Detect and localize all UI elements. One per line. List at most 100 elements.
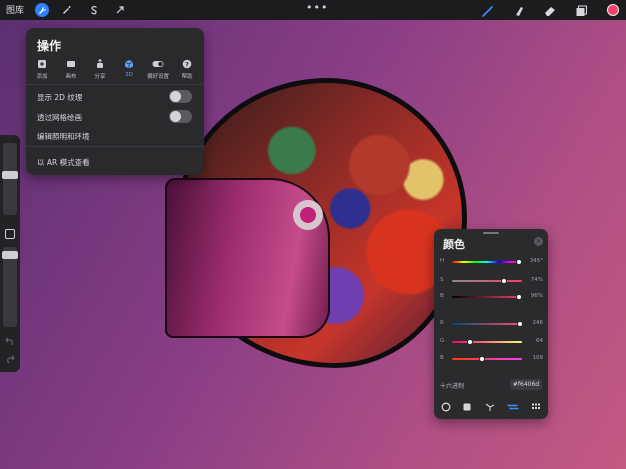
tab-preferences[interactable]: 偏好设置 (145, 58, 171, 80)
slider-row-1[interactable]: S 74% (438, 277, 544, 285)
harmony-icon (485, 403, 495, 411)
slider-track[interactable] (452, 323, 522, 325)
slider-key: B (440, 293, 444, 299)
color-panel-title: 颜色 (443, 238, 465, 251)
tab-canvas[interactable]: 画布 (58, 58, 84, 80)
more-menu-button[interactable]: ••• (306, 1, 328, 14)
slider-row-3[interactable]: R 246 (438, 320, 544, 328)
eraser-button[interactable] (543, 3, 557, 17)
slider-knob[interactable] (479, 356, 486, 362)
actions-panel: 操作 添加 画布 分享 3D 偏好设置 ? 帮助 显示 2D 纹理 透过网格绘画… (26, 28, 204, 175)
modify-button[interactable] (5, 229, 15, 239)
svg-text:?: ? (185, 60, 189, 68)
palettes-icon (532, 403, 540, 409)
slider-value: 64 (536, 338, 543, 344)
classic-square-icon (463, 403, 471, 411)
show-2d-texture-label: 显示 2D 纹理 (37, 93, 83, 102)
disc-icon (441, 402, 451, 412)
edit-lighting-environment-item[interactable]: 编辑照明和环境 (37, 131, 90, 142)
slider-track[interactable] (452, 341, 522, 343)
divider (26, 84, 204, 85)
visor-pivot (293, 200, 323, 230)
layers-icon (576, 5, 587, 16)
slider-key: B (440, 355, 444, 361)
disc-mode-button[interactable] (440, 401, 452, 413)
close-icon[interactable]: × (534, 237, 543, 246)
magic-wand-icon (63, 6, 71, 14)
wrench-icon (38, 6, 46, 14)
cube-icon (124, 60, 134, 69)
helmet-3d-model[interactable] (165, 78, 475, 370)
hex-label: 十六进制 (440, 383, 465, 390)
slider-value: 345° (529, 258, 543, 264)
paint-through-mesh-toggle[interactable] (169, 110, 192, 123)
slider-knob[interactable] (516, 294, 523, 300)
panel-drag-handle[interactable] (483, 232, 499, 234)
tab-share[interactable]: 分享 (87, 58, 113, 80)
smudge-icon (516, 7, 523, 16)
paint-through-mesh-label: 透过网格绘画 (37, 113, 82, 122)
slider-knob[interactable] (500, 278, 507, 284)
harmony-mode-button[interactable] (484, 401, 496, 413)
divider (26, 146, 204, 147)
slider-track[interactable] (452, 358, 522, 360)
selection-s-icon (91, 6, 97, 15)
tab-add[interactable]: 添加 (29, 58, 55, 80)
help-icon: ? (182, 59, 192, 69)
palettes-mode-button[interactable] (530, 401, 542, 413)
left-sidebar (0, 135, 20, 372)
brush-button[interactable] (481, 3, 495, 17)
classic-mode-button[interactable] (461, 401, 473, 413)
brush-size-thumb[interactable] (2, 171, 18, 179)
smudge-button[interactable] (512, 3, 526, 17)
color-panel: 颜色 × H 345° S 74% B 96% R 246 G 64 B 109 十六进制 #f640… (434, 229, 548, 419)
hex-value: f6406d (517, 381, 540, 388)
show-2d-texture-toggle[interactable] (169, 90, 192, 103)
slider-row-2[interactable]: B 96% (438, 293, 544, 301)
toggle-icon (152, 61, 164, 67)
layers-button[interactable] (574, 3, 588, 17)
slider-track[interactable] (452, 280, 522, 282)
slider-row-5[interactable]: B 109 (438, 355, 544, 363)
slider-knob[interactable] (516, 259, 523, 265)
slider-key: R (440, 320, 444, 326)
slider-track[interactable] (452, 296, 522, 298)
eraser-icon (545, 7, 555, 16)
slider-track[interactable] (452, 261, 522, 263)
slider-row-0[interactable]: H 345° (438, 258, 544, 266)
current-color-button[interactable] (607, 4, 619, 16)
brush-icon (482, 6, 493, 17)
slider-knob[interactable] (516, 321, 523, 327)
share-icon (97, 59, 103, 68)
slider-value: 96% (530, 293, 543, 299)
slider-knob[interactable] (466, 339, 473, 345)
add-icon (38, 60, 46, 68)
opacity-slider[interactable] (2, 247, 18, 327)
canvas-icon (67, 61, 75, 67)
tab-3d[interactable]: 3D (116, 58, 142, 78)
top-toolbar: 图库 ••• (0, 0, 626, 20)
brush-size-slider[interactable] (2, 143, 18, 215)
value-mode-button[interactable] (507, 401, 519, 413)
transform-button[interactable] (113, 3, 127, 17)
slider-key: G (440, 338, 445, 344)
selection-button[interactable] (87, 3, 101, 17)
slider-value: 74% (530, 277, 543, 283)
slider-key: S (440, 277, 444, 283)
opacity-thumb[interactable] (2, 251, 18, 259)
adjustments-button[interactable] (60, 3, 74, 17)
value-sliders-icon (507, 404, 519, 410)
tab-help[interactable]: ? 帮助 (174, 58, 200, 80)
redo-icon[interactable] (5, 353, 15, 363)
undo-icon[interactable] (5, 335, 15, 345)
gallery-button[interactable]: 图库 (6, 3, 24, 16)
transform-arrow-icon (116, 6, 124, 14)
slider-value: 109 (532, 355, 544, 361)
slider-value: 246 (532, 320, 544, 326)
view-in-ar-item[interactable]: 以 AR 模式查看 (37, 157, 90, 168)
actions-title: 操作 (37, 39, 62, 53)
slider-key: H (440, 258, 445, 264)
actions-wrench-button[interactable] (35, 3, 49, 17)
hex-input[interactable]: #f6406d (510, 379, 542, 390)
slider-row-4[interactable]: G 64 (438, 338, 544, 346)
